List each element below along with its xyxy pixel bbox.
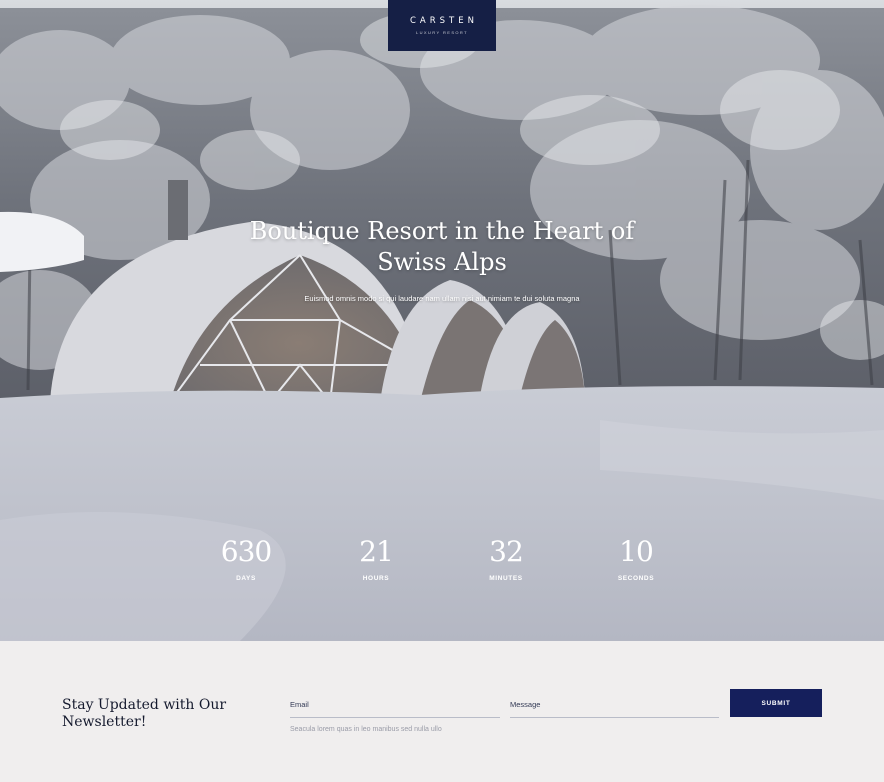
countdown-seconds-label: SECONDS xyxy=(617,575,655,582)
message-field[interactable]: Message xyxy=(510,694,719,718)
countdown-days-value: 630 xyxy=(220,535,272,568)
countdown-days-label: DAYS xyxy=(236,575,256,582)
countdown-hours: 21 HOURS xyxy=(336,534,416,582)
hero-section: CARSTEN LUXURY RESORT Boutique Resort in… xyxy=(0,0,884,641)
brand-name: CARSTEN xyxy=(410,16,478,26)
countdown-minutes-label: MINUTES xyxy=(489,575,523,582)
newsletter-section: Stay Updated with Our Newsletter! Email … xyxy=(0,641,884,782)
newsletter-title: Stay Updated with Our Newsletter! xyxy=(62,697,227,730)
countdown-days: 630 DAYS xyxy=(206,534,286,582)
countdown-hours-label: HOURS xyxy=(362,575,390,582)
countdown-seconds: 10 SECONDS xyxy=(596,534,676,582)
hero-background-image xyxy=(0,0,884,641)
countdown-minutes-value: 32 xyxy=(489,535,524,568)
submit-button[interactable]: SUBMIT xyxy=(730,689,822,717)
brand-logo[interactable]: CARSTEN LUXURY RESORT xyxy=(388,0,496,51)
hero-title: Boutique Resort in the Heart of Swiss Al… xyxy=(249,217,635,276)
countdown-hours-value: 21 xyxy=(359,535,394,568)
countdown-minutes: 32 MINUTES xyxy=(466,534,546,582)
email-field-label: Email xyxy=(290,700,309,709)
email-field[interactable]: Email xyxy=(290,694,500,718)
countdown-seconds-value: 10 xyxy=(619,535,654,568)
message-field-label: Message xyxy=(510,700,541,709)
newsletter-note: Seacula lorem quas in leo manibus sed nu… xyxy=(290,726,442,733)
brand-tagline: LUXURY RESORT xyxy=(416,30,468,35)
hero-subtitle: Euismod omnis modo si qui laudare nam ul… xyxy=(304,294,580,303)
